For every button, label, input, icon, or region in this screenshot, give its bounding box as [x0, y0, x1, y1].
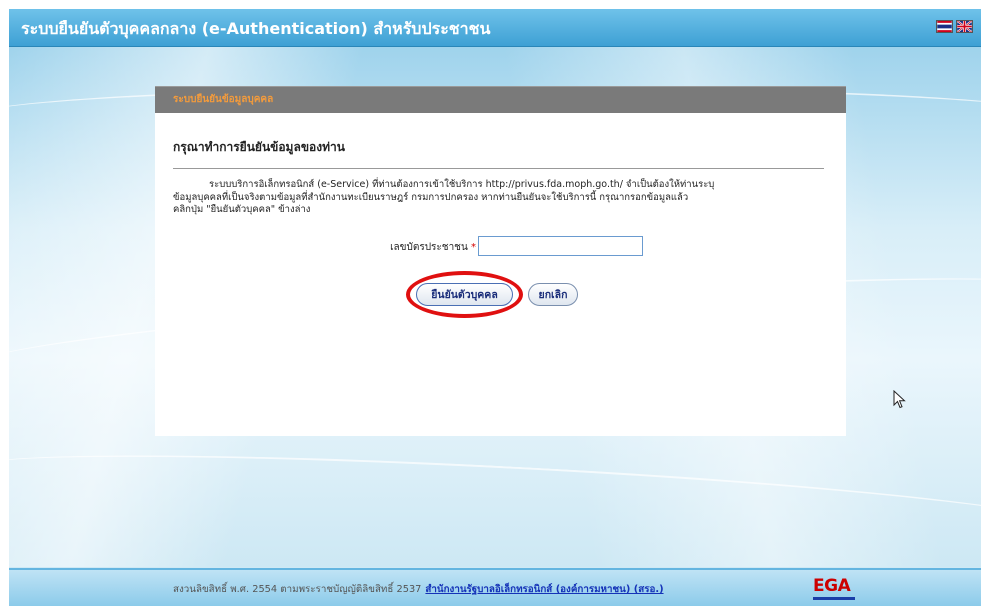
- thai-flag-icon[interactable]: [936, 20, 953, 33]
- ega-logo-bar: [813, 597, 855, 600]
- panel-header-label: ระบบยืนยันข้อมูลบุคคล: [173, 94, 274, 105]
- cancel-button[interactable]: ยกเลิก: [528, 283, 578, 306]
- ega-logo[interactable]: EGA: [813, 576, 851, 596]
- panel-header: ระบบยืนยันข้อมูลบุคคล: [155, 86, 846, 113]
- mouse-pointer-icon: [893, 390, 906, 409]
- footer-text: สงวนลิขสิทธิ์ พ.ศ. 2554 ตามพระราชบัญญัติ…: [173, 582, 664, 597]
- id-form-row: เลขบัตรประชาชน *: [155, 236, 846, 258]
- description-text: ระบบบริการอิเล็กทรอนิกส์ (e-Service) ที่…: [173, 179, 833, 217]
- description-line: ข้อมูลบุคคลที่เป็นจริงตามข้อมูลที่สำนักง…: [173, 191, 689, 203]
- panel-title: กรุณาทำการยืนยันข้อมูลของท่าน: [173, 140, 345, 154]
- app-title: ระบบยืนยันตัวบุคคลกลาง (e-Authentication…: [21, 19, 491, 38]
- citizen-id-input[interactable]: [478, 236, 643, 256]
- background-swoosh: [9, 438, 981, 556]
- description-line: ระบบบริการอิเล็กทรอนิกส์ (e-Service) ที่…: [209, 179, 715, 190]
- highlight-circle: [406, 271, 523, 318]
- page-footer: สงวนลิขสิทธิ์ พ.ศ. 2554 ตามพระราชบัญญัติ…: [9, 568, 981, 606]
- description-line: คลิกปุ่ม "ยืนยันตัวบุคคล" ข้างล่าง: [173, 204, 311, 215]
- app-header: ระบบยืนยันตัวบุคคลกลาง (e-Authentication…: [9, 9, 981, 47]
- browser-page: ระบบยืนยันตัวบุคคลกลาง (e-Authentication…: [9, 9, 981, 606]
- verification-panel: ระบบยืนยันข้อมูลบุคคล กรุณาทำการยืนยันข้…: [155, 86, 846, 436]
- id-label: เลขบัตรประชาชน *: [390, 240, 476, 255]
- ega-link[interactable]: สำนักงานรัฐบาลอิเล็กทรอนิกส์ (องค์การมหา…: [425, 584, 663, 595]
- copyright-text: สงวนลิขสิทธิ์ พ.ศ. 2554 ตามพระราชบัญญัติ…: [173, 584, 422, 595]
- language-switcher: [936, 20, 973, 33]
- divider: [173, 168, 824, 169]
- required-mark: *: [471, 242, 476, 253]
- uk-flag-icon[interactable]: [956, 20, 973, 33]
- id-label-text: เลขบัตรประชาชน: [390, 242, 468, 253]
